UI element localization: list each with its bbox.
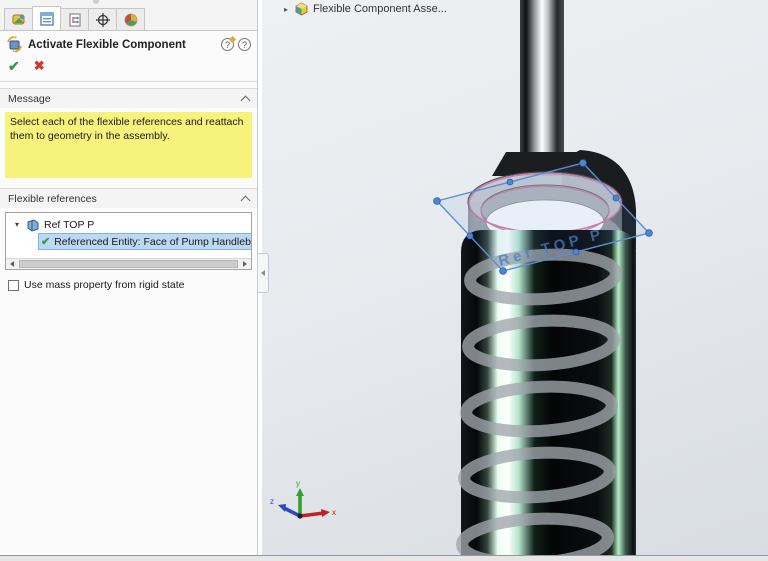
- mass-property-checkbox-row[interactable]: Use mass property from rigid state: [8, 279, 257, 291]
- assembly-icon: [294, 2, 309, 16]
- chevron-up-icon[interactable]: [241, 196, 251, 206]
- tab-propertymanager[interactable]: [32, 6, 61, 30]
- propertymanager-icon: [39, 11, 55, 27]
- tab-displaymanager[interactable]: [116, 8, 145, 30]
- mass-property-checkbox[interactable]: [8, 280, 19, 291]
- tree-expander-icon[interactable]: ▾: [12, 220, 22, 229]
- help-glyph: ?: [242, 40, 247, 50]
- horizontal-scrollbar[interactable]: [6, 258, 251, 269]
- scroll-right-icon: [243, 261, 247, 267]
- pencil-accent-icon: [229, 36, 236, 43]
- featuremanager-tree-icon: [11, 12, 27, 28]
- scrollbar-thumb[interactable]: [19, 260, 238, 268]
- chevron-up-icon[interactable]: [241, 96, 251, 106]
- scroll-left-button[interactable]: [6, 259, 18, 269]
- tree-row-referenced-entity[interactable]: ✔ Referenced Entity: Face of Pump Handle…: [38, 233, 252, 250]
- tab-configurationmanager[interactable]: [60, 8, 89, 30]
- tab-featuremanager[interactable]: [4, 8, 33, 30]
- mass-property-checkbox-label: Use mass property from rigid state: [24, 279, 184, 291]
- tree-row-parent[interactable]: ▾ Ref TOP P: [6, 216, 251, 233]
- reference-plane-icon: [26, 218, 40, 232]
- tab-dimxpertmanager[interactable]: [88, 8, 117, 30]
- plane-handle[interactable]: [507, 179, 513, 185]
- configurationmanager-icon: [67, 12, 83, 28]
- plane-handle[interactable]: [580, 160, 587, 167]
- tree-parent-label: Ref TOP P: [44, 219, 94, 231]
- tree-child-label: Referenced Entity: Face of Pump Handleba…: [54, 236, 252, 248]
- context-help-glyph: ?: [225, 40, 230, 50]
- message-group-header[interactable]: Message: [0, 88, 257, 108]
- dimxpert-crosshair-icon: [95, 12, 111, 28]
- panel-collapse-handle[interactable]: [258, 253, 269, 293]
- flyout-tree-label: Flexible Component Asse...: [313, 3, 447, 15]
- piston-rod[interactable]: [520, 0, 564, 162]
- plane-handle[interactable]: [613, 195, 619, 201]
- help-icon[interactable]: ?: [238, 38, 251, 51]
- orientation-triad: y x z: [270, 479, 336, 519]
- triad-x-label: x: [332, 508, 336, 517]
- references-group-header[interactable]: Flexible references: [0, 188, 257, 208]
- confirm-toolbar: ✔ ✖: [0, 55, 257, 82]
- collapse-arrow-icon: [261, 270, 265, 276]
- property-manager-panel: Activate Flexible Component ? ? ✔ ✖ Mess…: [0, 0, 258, 555]
- cancel-button[interactable]: ✖: [34, 58, 45, 75]
- message-group-label: Message: [8, 93, 242, 105]
- property-manager-header: Activate Flexible Component ? ?: [0, 31, 257, 55]
- scroll-left-icon: [10, 261, 14, 267]
- triad-y-label: y: [296, 479, 300, 488]
- plane-handle[interactable]: [646, 230, 653, 237]
- flexible-references-list[interactable]: ▾ Ref TOP P ✔ Referenced Entity: Face of…: [5, 212, 252, 270]
- flyout-feature-tree[interactable]: ▸ Flexible Component Asse...: [284, 2, 447, 16]
- manager-tab-strip: [0, 0, 257, 31]
- context-help-icon[interactable]: ?: [221, 38, 234, 51]
- solidworks-window: Activate Flexible Component ? ? ✔ ✖ Mess…: [0, 0, 768, 561]
- displaymanager-sphere-icon: [123, 12, 139, 28]
- message-text: Select each of the flexible references a…: [5, 112, 252, 178]
- plane-handle[interactable]: [434, 198, 441, 205]
- flyout-expander-icon[interactable]: ▸: [284, 5, 288, 14]
- 3d-scene[interactable]: Ref TOP P y x z: [262, 0, 768, 555]
- ok-button[interactable]: ✔: [8, 58, 20, 75]
- scroll-right-button[interactable]: [239, 259, 251, 269]
- references-group-label: Flexible references: [8, 193, 242, 205]
- flexible-component-icon: [6, 36, 23, 53]
- page-title: Activate Flexible Component: [28, 39, 217, 51]
- graphics-viewport[interactable]: ▸ Flexible Component Asse...: [262, 0, 768, 555]
- window-bottom-edge: [0, 555, 768, 561]
- triad-z-label: z: [270, 497, 274, 506]
- plane-handle[interactable]: [467, 233, 473, 239]
- green-check-icon: ✔: [41, 235, 50, 248]
